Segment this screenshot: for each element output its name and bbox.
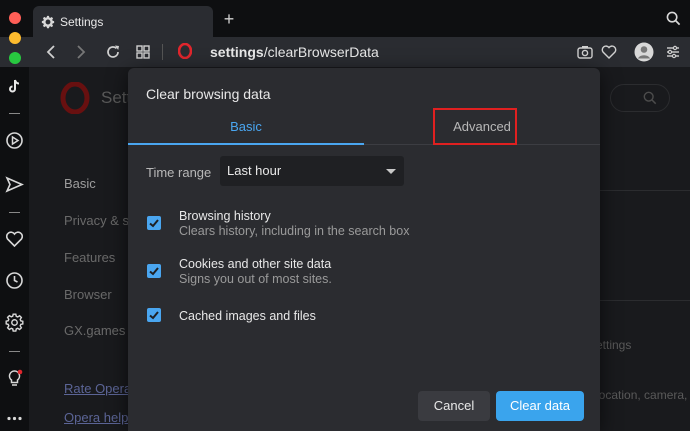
sidebar-divider: [9, 113, 20, 114]
lightbulb-icon[interactable]: [5, 369, 24, 388]
search-icon[interactable]: [666, 11, 681, 26]
cancel-button[interactable]: Cancel: [418, 391, 490, 421]
heart-icon[interactable]: [600, 43, 618, 61]
option-title: Cookies and other site data: [179, 257, 332, 271]
forward-icon[interactable]: [72, 43, 90, 61]
cached-images-checkbox[interactable]: [147, 308, 161, 322]
clear-data-button[interactable]: Clear data: [496, 391, 584, 421]
time-range-select[interactable]: Last hour: [220, 156, 404, 186]
sidebar-divider: [9, 212, 20, 213]
camera-icon[interactable]: [576, 43, 594, 61]
opera-logo-icon: [178, 43, 192, 59]
tabs-grid-icon[interactable]: [134, 43, 152, 61]
tab-basic[interactable]: Basic: [128, 112, 364, 145]
navigation-bar: settings/clearBrowserData: [0, 37, 690, 67]
tab-title: Settings: [60, 14, 104, 29]
option-title: Browsing history: [179, 209, 271, 223]
send-icon[interactable]: [5, 175, 24, 194]
time-range-label: Time range: [146, 165, 212, 180]
history-icon[interactable]: [5, 271, 24, 290]
sidebar: [0, 32, 29, 431]
address-path: /clearBrowserData: [263, 44, 379, 60]
tab-settings[interactable]: Settings: [33, 6, 213, 37]
heart-icon[interactable]: [5, 230, 24, 249]
time-range-value: Last hour: [227, 163, 282, 178]
tiktok-icon[interactable]: [5, 77, 24, 96]
close-window-button[interactable]: [9, 12, 21, 24]
gear-icon[interactable]: [5, 313, 24, 332]
dialog-tabs: Basic Advanced: [128, 112, 600, 145]
chevron-down-icon: [386, 169, 396, 174]
maximize-window-button[interactable]: [9, 52, 21, 64]
reload-icon[interactable]: [104, 43, 122, 61]
minimize-window-button[interactable]: [9, 32, 21, 44]
cookies-checkbox[interactable]: [147, 264, 161, 278]
player-icon[interactable]: [5, 131, 24, 150]
sidebar-divider: [9, 351, 20, 352]
browsing-history-checkbox[interactable]: [147, 216, 161, 230]
title-bar: Settings +: [0, 0, 690, 37]
checkmark-icon: [149, 267, 159, 276]
address-bar[interactable]: settings/clearBrowserData: [164, 39, 624, 65]
back-icon[interactable]: [42, 43, 60, 61]
address-host: settings: [210, 44, 264, 60]
checkmark-icon: [149, 311, 159, 320]
gear-icon: [41, 15, 55, 28]
checkmark-icon: [149, 219, 159, 228]
highlight-box: [433, 108, 517, 145]
easy-setup-icon[interactable]: [664, 43, 682, 61]
more-icon[interactable]: [5, 409, 24, 428]
new-tab-button[interactable]: +: [220, 9, 238, 30]
dialog-title: Clear browsing data: [146, 86, 271, 102]
option-title: Cached images and files: [179, 309, 316, 323]
option-description: Clears history, including in the search …: [179, 224, 410, 238]
clear-browsing-data-dialog: Clear browsing data Basic Advanced Time …: [128, 68, 600, 431]
option-description: Signs you out of most sites.: [179, 272, 332, 286]
toolbar-divider: [162, 44, 163, 60]
avatar[interactable]: [634, 42, 654, 62]
